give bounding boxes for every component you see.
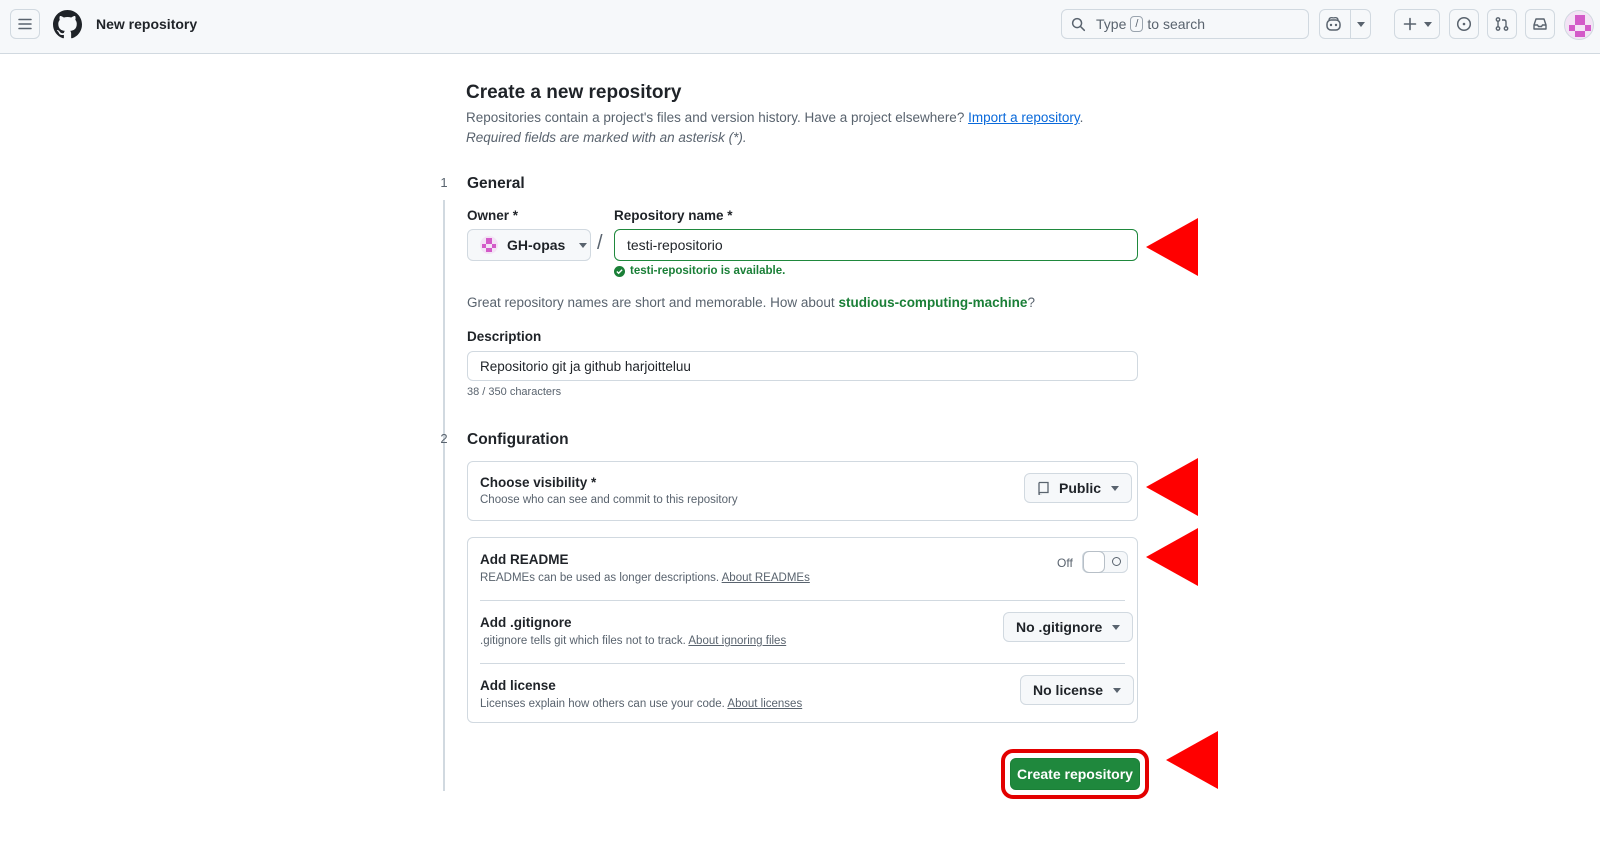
about-ignoring-files-link[interactable]: About ignoring files (688, 635, 786, 647)
user-avatar[interactable] (1564, 10, 1594, 40)
repo-icon (1038, 481, 1049, 495)
suggestion-prefix: Great repository names are short and mem… (467, 295, 839, 310)
repository-name-label: Repository name * (614, 208, 733, 223)
license-subtitle-text: Licenses explain how others can use your… (480, 698, 728, 710)
owner-avatar-icon (480, 236, 498, 254)
inbox-button[interactable] (1525, 9, 1555, 39)
github-logo-icon[interactable] (53, 10, 82, 39)
import-repository-link[interactable]: Import a repository (968, 110, 1080, 125)
divider (480, 663, 1125, 664)
copilot-button[interactable] (1319, 9, 1371, 39)
check-circle-icon (614, 265, 625, 277)
description-input[interactable] (467, 351, 1138, 381)
gitignore-value: No .gitignore (1016, 619, 1103, 635)
toggle-knob (1083, 551, 1105, 573)
issue-opened-icon (1456, 16, 1472, 32)
license-title: Add license (480, 678, 556, 693)
chevron-down-icon (1423, 21, 1432, 27)
page-heading: Create a new repository (466, 82, 682, 103)
pull-requests-button[interactable] (1487, 9, 1517, 39)
suggested-name-link[interactable]: studious-computing-machine (838, 295, 1027, 310)
search-prefix: Type (1096, 16, 1127, 32)
global-header: New repository Type / to search (0, 0, 1600, 54)
general-section-title: General (467, 175, 525, 192)
create-button-highlight: Create repository (1001, 749, 1149, 799)
hamburger-icon (18, 18, 32, 30)
repository-name-input[interactable] (614, 229, 1138, 261)
step-number-general: 1 (440, 175, 448, 190)
owner-select[interactable]: GH-opas (467, 229, 591, 261)
intro-end: . (1079, 110, 1084, 125)
page-title: New repository (96, 16, 198, 32)
issues-button[interactable] (1449, 9, 1479, 39)
description-label: Description (467, 329, 542, 344)
identicon-icon (1569, 15, 1591, 37)
divider (480, 600, 1125, 601)
character-count: 38 / 350 characters (467, 386, 562, 398)
step-connector-line (443, 456, 445, 791)
search-suffix: to search (1147, 16, 1206, 32)
git-pull-request-icon (1495, 17, 1509, 31)
visibility-select[interactable]: Public (1024, 473, 1133, 503)
owner-label: Owner * (467, 208, 519, 223)
visibility-card: Choose visibility * Choose who can see a… (467, 461, 1138, 521)
required-note: Required fields are marked with an aster… (466, 130, 747, 145)
about-readmes-link[interactable]: About READMEs (722, 572, 810, 584)
create-new-button[interactable] (1394, 9, 1440, 39)
off-indicator-icon (1112, 557, 1121, 566)
owner-value: GH-opas (507, 237, 566, 253)
suggestion-suffix: ? (1027, 295, 1035, 310)
gitignore-subtitle: .gitignore tells git which files not to … (480, 635, 786, 647)
readme-toggle-label: Off (1057, 556, 1073, 570)
chevron-down-icon (1112, 624, 1121, 630)
menu-button[interactable] (10, 9, 40, 39)
plus-icon (1403, 17, 1416, 31)
gitignore-select[interactable]: No .gitignore (1003, 612, 1134, 642)
chevron-down-icon (1113, 687, 1122, 693)
license-select[interactable]: No license (1020, 675, 1135, 705)
annotation-arrow-icon (1166, 731, 1218, 789)
search-icon (1071, 17, 1086, 31)
create-repository-button[interactable]: Create repository (1010, 758, 1140, 790)
readme-subtitle: READMEs can be used as longer descriptio… (480, 572, 810, 584)
license-subtitle: Licenses explain how others can use your… (480, 698, 802, 710)
readme-title: Add README (480, 552, 569, 567)
copilot-icon (1326, 16, 1341, 31)
visibility-subtitle: Choose who can see and commit to this re… (480, 494, 738, 506)
readme-subtitle-text: READMEs can be used as longer descriptio… (480, 572, 722, 584)
annotation-arrow-icon (1146, 528, 1198, 586)
search-input[interactable]: Type / to search (1061, 9, 1309, 39)
license-value: No license (1033, 682, 1104, 698)
about-licenses-link[interactable]: About licenses (727, 698, 802, 710)
configuration-section-title: Configuration (467, 431, 569, 448)
visibility-title: Choose visibility * (480, 475, 597, 490)
availability-text: testi-repositorio is available. (630, 265, 786, 277)
name-suggestion: Great repository names are short and mem… (467, 295, 1035, 310)
annotation-arrow-icon (1146, 218, 1198, 276)
inbox-icon (1533, 18, 1547, 30)
main-content: Create a new repository Repositories con… (0, 54, 1600, 853)
readme-toggle[interactable] (1082, 551, 1128, 573)
repository-options-card: Add README READMEs can be used as longer… (467, 537, 1138, 723)
step-number-configuration: 2 (440, 431, 448, 446)
search-shortcut-key: / (1130, 16, 1144, 32)
visibility-value: Public (1059, 480, 1102, 496)
chevron-down-icon (579, 242, 588, 248)
gitignore-subtitle-text: .gitignore tells git which files not to … (480, 635, 689, 647)
owner-repo-separator: / (597, 232, 603, 254)
chevron-down-icon (1357, 21, 1365, 27)
gitignore-title: Add .gitignore (480, 615, 572, 630)
annotation-arrow-icon (1146, 458, 1198, 516)
chevron-down-icon (1111, 485, 1120, 491)
intro-sentence: Repositories contain a project's files a… (466, 110, 969, 125)
intro-text: Repositories contain a project's files a… (466, 110, 1083, 125)
availability-message: testi-repositorio is available. (614, 265, 785, 277)
